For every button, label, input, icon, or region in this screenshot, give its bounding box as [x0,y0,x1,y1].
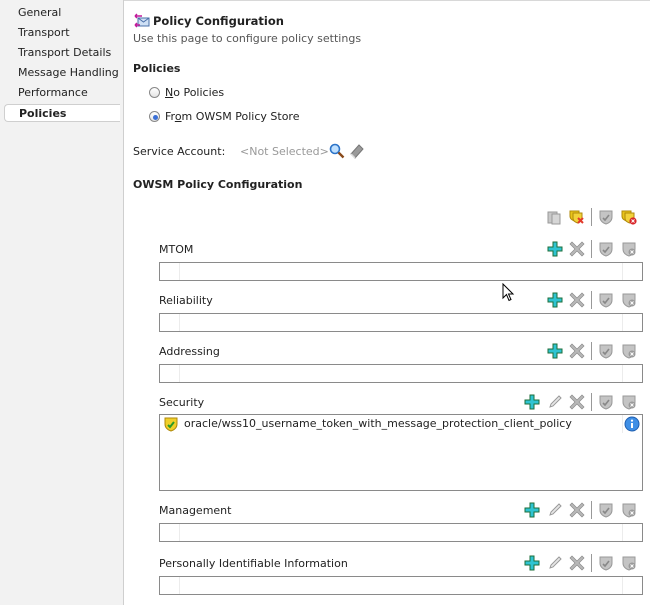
section-label: Management [159,504,232,517]
add-policy-icon[interactable] [524,394,540,410]
page-subtitle: Use this page to configure policy settin… [133,32,362,45]
add-policy-icon[interactable] [547,343,563,359]
remove-policy-icon[interactable] [621,394,637,410]
sidebar: General Transport Transport Details Mess… [0,0,124,605]
service-account-label: Service Account: [133,145,226,158]
radio-label: No Policies [165,86,225,99]
column-divider [622,263,623,280]
policies-heading: Policies [133,62,181,75]
policy-list[interactable] [159,576,643,595]
toolbar-separator [591,291,592,309]
policy-row[interactable]: oracle/wss10_username_token_with_message… [160,415,642,433]
policy-list[interactable] [159,364,643,383]
section-label: MTOM [159,243,194,256]
toolbar-separator [591,208,592,226]
remove-policy-icon[interactable] [621,555,637,571]
validate-policy-icon[interactable] [598,241,614,257]
validate-policy-icon[interactable] [598,502,614,518]
policy-config-icon [134,13,150,28]
info-icon[interactable] [624,416,640,432]
sidebar-item-message-handling[interactable]: Message Handling [18,64,119,82]
toolbar-separator [591,501,592,519]
column-divider [179,524,180,541]
delete-policy-icon[interactable] [569,555,585,571]
sidebar-item-transport-details[interactable]: Transport Details [18,44,111,62]
radio-label: From OWSM Policy Store [165,110,300,123]
delete-policy-icon[interactable] [569,343,585,359]
delete-policy-icon[interactable] [569,241,585,257]
sidebar-item-transport[interactable]: Transport [18,24,70,42]
delete-policy-icon[interactable] [569,502,585,518]
column-divider [179,263,180,280]
sidebar-item-performance[interactable]: Performance [18,84,88,102]
column-divider [179,577,180,594]
add-policy-icon[interactable] [524,502,540,518]
sidebar-item-policies[interactable]: Policies [4,104,120,122]
validate-policy-icon[interactable] [598,394,614,410]
edit-policy-icon[interactable] [547,394,563,410]
main-panel: Policy Configuration Use this page to co… [124,0,650,605]
toolbar-separator [591,554,592,572]
delete-policy-icon[interactable] [569,394,585,410]
radio-button[interactable] [149,111,160,122]
section-label: Security [159,396,205,409]
top-divider [124,0,650,1]
validate-policy-icon[interactable] [598,555,614,571]
remove-policy-icon[interactable] [621,343,637,359]
policy-list[interactable] [159,262,643,281]
column-divider [622,415,623,433]
remove-policy-icon[interactable] [621,292,637,308]
column-divider [179,314,180,331]
toolbar-separator [591,342,592,360]
column-divider [622,524,623,541]
validate-all-icon[interactable] [598,209,614,225]
remove-policy-icon[interactable] [621,241,637,257]
section-label: Reliability [159,294,213,307]
section-label: Personally Identifiable Information [159,557,348,570]
validate-policy-icon[interactable] [598,343,614,359]
policy-list[interactable] [159,523,643,542]
shield-check-icon [164,417,178,432]
add-policy-icon[interactable] [524,555,540,571]
remove-all-icon[interactable] [621,209,637,225]
edit-policy-icon[interactable] [547,502,563,518]
policy-list[interactable] [159,313,643,332]
detach-policies-icon[interactable] [569,209,585,225]
service-account-value: <Not Selected> [240,145,329,158]
owsm-heading: OWSM Policy Configuration [133,178,303,191]
column-divider [622,577,623,594]
policy-list[interactable]: oracle/wss10_username_token_with_message… [159,414,643,491]
remove-policy-icon[interactable] [621,502,637,518]
eraser-icon[interactable] [349,143,365,159]
page-title: Policy Configuration [153,14,284,28]
radio-button[interactable] [149,87,160,98]
add-policy-icon[interactable] [547,241,563,257]
add-policy-icon[interactable] [547,292,563,308]
edit-policy-icon[interactable] [547,555,563,571]
column-divider [622,365,623,382]
delete-policy-icon[interactable] [569,292,585,308]
column-divider [622,314,623,331]
mouse-cursor [502,283,515,302]
sidebar-item-general[interactable]: General [18,4,61,22]
attach-policies-icon[interactable] [546,209,562,225]
policy-name: oracle/wss10_username_token_with_message… [184,417,572,430]
magnifier-icon[interactable] [329,143,345,159]
toolbar-separator [591,393,592,411]
column-divider [179,365,180,382]
section-label: Addressing [159,345,220,358]
toolbar-separator [591,240,592,258]
validate-policy-icon[interactable] [598,292,614,308]
